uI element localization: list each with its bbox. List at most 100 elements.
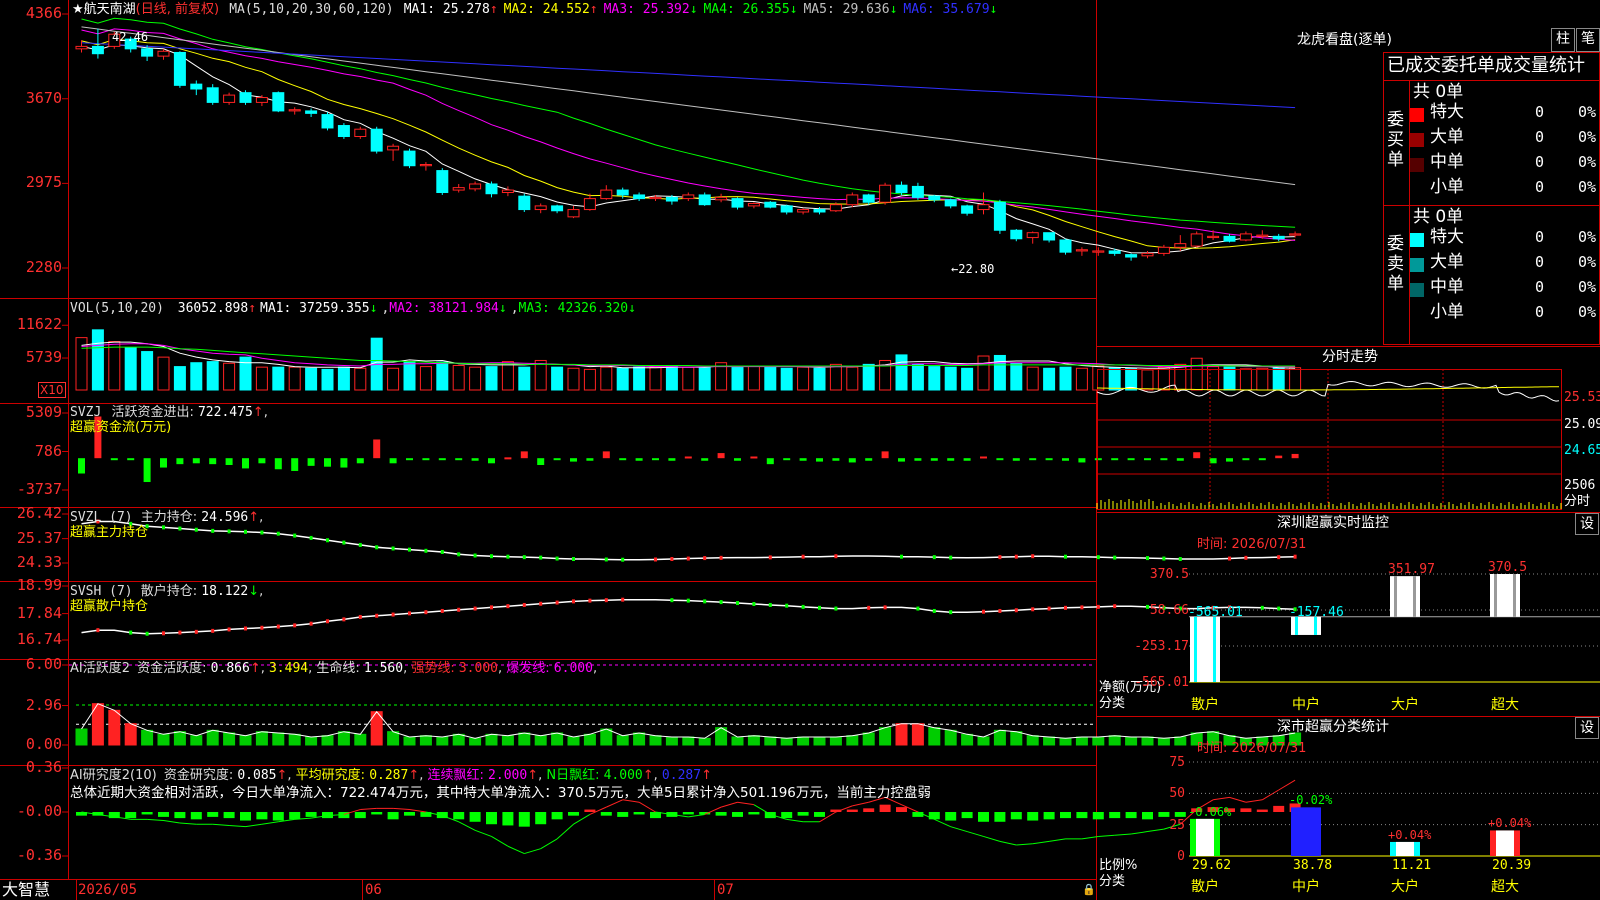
research-bar <box>1060 812 1071 819</box>
candle-body <box>698 194 711 206</box>
svzl-tick <box>768 555 772 560</box>
activity-bar <box>108 709 121 746</box>
candle-body <box>91 45 104 55</box>
research-bar <box>764 812 776 819</box>
research-line <box>1016 843 1033 846</box>
activity-bar <box>75 728 88 746</box>
vol-item-label: MA3: <box>518 301 558 316</box>
activity-bar <box>337 731 350 746</box>
fund-flow-bar <box>422 458 430 461</box>
svzl-tick <box>260 530 264 535</box>
ai2-ytick: -0.00 <box>16 802 62 820</box>
ai2-summary: 总体近期大资金相对活跃，今日大单净流入：722.474万元，其中特大单净流入：3… <box>70 785 931 801</box>
vol-item-1: MA1: 37259.355↓ <box>260 301 377 316</box>
period-label: (日线, 前复权) <box>135 2 220 17</box>
svsh-tick <box>473 606 477 611</box>
svzl-tick <box>654 557 657 562</box>
svsh-value: 18.122 <box>201 584 249 599</box>
activity-bar <box>813 736 826 746</box>
svzl-tick <box>719 555 723 560</box>
fund-flow-bar <box>537 458 545 466</box>
volume-bar <box>797 366 810 391</box>
volume-bar <box>1043 367 1056 391</box>
classify-value-label: 38.78 <box>1293 858 1333 873</box>
fund-flow-bar <box>947 458 955 461</box>
fund-flow-bar <box>1012 458 1020 461</box>
fund-flow-bar <box>225 458 233 466</box>
svzl-tick <box>834 554 838 559</box>
candle-body <box>846 194 859 206</box>
svsh-tail: , <box>259 584 264 599</box>
svsh-tick <box>982 609 985 614</box>
activity-bar <box>1059 737 1072 746</box>
ma-header: MA(5,10,20,30,60,120) <box>229 2 394 17</box>
svsh-tick <box>539 601 543 606</box>
ai1-label: 资金活跃度: <box>137 661 207 676</box>
vol-item-label: MA1: <box>260 301 300 316</box>
volume-bar <box>354 367 367 391</box>
monitor-bar-stripe <box>1494 574 1497 617</box>
left-chart-area[interactable]: 4366 3670 2975 2280 11622 5739 5309 786 -3737 26.… <box>0 0 1302 900</box>
svzl-ytick: 24.33 <box>16 553 62 571</box>
fund-flow-bar <box>734 458 741 461</box>
svzj-arrow: ↑ <box>252 405 264 420</box>
svzl-tick <box>326 538 329 543</box>
fund-flow-bar <box>471 458 479 461</box>
fund-flow-bar <box>914 458 922 461</box>
svzl-tick <box>358 542 362 547</box>
svzl-tick <box>211 528 215 533</box>
svzj-ytick: -3737 <box>16 480 62 498</box>
vol-header: VOL(5,10,20) 36052.898↑ MA1: 37259.355↓ ,M… <box>70 301 636 316</box>
candle-body <box>239 92 252 103</box>
candle-body <box>518 195 531 211</box>
svsh-tick <box>1031 607 1035 612</box>
svzl-tick <box>604 557 608 562</box>
svzl-tick <box>391 546 395 551</box>
vol-item-label: MA2: <box>389 301 429 316</box>
activity-bar <box>616 735 629 746</box>
volume-bar <box>108 341 121 391</box>
candle-body <box>715 196 728 201</box>
candle-body <box>190 83 203 90</box>
lock-icon[interactable]: 🔒 <box>1082 882 1096 897</box>
vol-item-arrow: ↓ <box>628 301 636 316</box>
activity-bar <box>141 729 154 746</box>
vol-items: MA1: 37259.355↓ ,MA2: 38121.984↓ ,MA3: 423… <box>256 301 636 316</box>
ai2-n-label: N日飘红: <box>546 768 600 783</box>
volume-bar <box>305 367 318 391</box>
svsh-tick <box>1080 605 1084 610</box>
candle-body <box>993 201 1006 231</box>
fund-flow-bar <box>881 451 889 459</box>
svzl-tick <box>490 554 493 559</box>
classify-category-label: 中户 <box>1292 879 1320 895</box>
activity-bar <box>895 723 908 746</box>
monitor-category-label: 中户 <box>1292 697 1320 713</box>
volume-bar <box>649 366 662 391</box>
volume-bar <box>583 368 596 391</box>
fund-flow-bar <box>553 458 561 461</box>
candle-body <box>370 128 383 152</box>
candle-body <box>354 128 367 137</box>
research-bar <box>682 812 694 815</box>
svzl-tick <box>555 556 559 561</box>
candle-body <box>682 194 695 200</box>
candle-body <box>1026 232 1039 239</box>
classify-change-label: -0.06% <box>1188 804 1232 819</box>
activity-bar <box>747 735 760 746</box>
svsh-tick <box>457 607 461 612</box>
research-line <box>212 823 230 826</box>
volume-bar <box>780 367 793 391</box>
fund-flow-bar <box>586 458 594 461</box>
activity-bar <box>665 736 678 746</box>
svsh-ytick: 17.84 <box>16 603 62 622</box>
research-bar <box>223 812 235 819</box>
fund-flow-bar <box>717 453 725 459</box>
ai2-header: AI研究度2(10) 资金研究度: 0.085↑, 平均研究度: 0.287↑,… <box>70 768 712 783</box>
ai1-life-value: 1.560 <box>363 661 404 676</box>
candle-body <box>173 51 186 86</box>
volume-bar <box>731 366 744 391</box>
svzl-sub: 超赢主力持仓 <box>70 525 149 540</box>
vol-ytick: 11622 <box>16 315 62 334</box>
candle-body <box>75 45 88 50</box>
volume-bar <box>1059 366 1072 391</box>
